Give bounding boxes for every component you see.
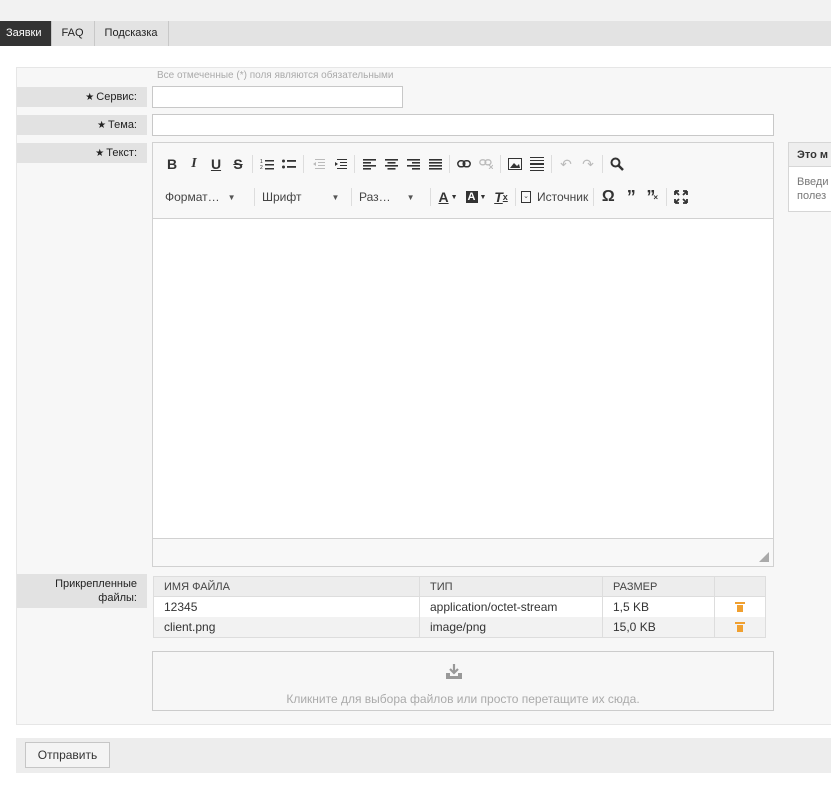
info-sidebox: Это м Введи полез — [788, 142, 831, 212]
toolbar-separator — [666, 188, 668, 206]
toolbar-separator — [351, 188, 352, 206]
text-color-icon[interactable]: A ▼ — [434, 186, 462, 208]
sidebox-title: Это м — [789, 143, 831, 167]
column-header-size: РАЗМЕР — [603, 577, 715, 596]
file-size: 15,0 KB — [603, 617, 715, 637]
service-field[interactable] — [152, 86, 403, 108]
trash-icon[interactable] — [735, 622, 745, 632]
file-dropzone[interactable]: Кликните для выбора файлов или просто пе… — [152, 651, 774, 711]
source-button[interactable]: ⌄ Источник — [519, 186, 590, 208]
file-name: client.png — [154, 617, 420, 637]
toolbar-separator — [354, 155, 355, 173]
toolbar-separator — [303, 155, 304, 173]
remove-blockquote-icon[interactable]: ” × — [641, 186, 663, 208]
caret-down-icon: ▼ — [227, 192, 236, 202]
italic-button[interactable]: I — [183, 153, 205, 175]
action-bar — [16, 738, 831, 773]
tab-tickets[interactable]: Заявки — [0, 21, 52, 46]
resize-handle[interactable] — [759, 552, 769, 562]
undo-icon[interactable]: ↶ — [555, 153, 577, 175]
align-left-icon[interactable] — [358, 153, 380, 175]
upload-tray-icon — [446, 664, 462, 679]
file-name: 12345 — [154, 597, 420, 617]
column-header-type: ТИП — [420, 577, 603, 596]
maximize-icon[interactable] — [670, 186, 692, 208]
blockquote-icon[interactable]: ” — [619, 186, 641, 208]
table-header: ИМЯ ФАЙЛА ТИП РАЗМЕР — [154, 577, 765, 597]
nav-bar: Заявки FAQ Подсказка — [0, 21, 831, 46]
link-icon[interactable] — [453, 153, 475, 175]
align-center-icon[interactable] — [380, 153, 402, 175]
subject-label: ★ Тема: — [17, 115, 147, 135]
redo-icon[interactable]: ↷ — [577, 153, 599, 175]
bulleted-list-icon[interactable] — [278, 153, 300, 175]
toolbar-separator — [430, 188, 431, 206]
required-hint: Все отмеченные (*) поля являются обязате… — [157, 70, 394, 81]
search-icon[interactable] — [606, 153, 628, 175]
image-icon[interactable] — [504, 153, 526, 175]
format-dropdown[interactable]: Формат… ▼ — [161, 186, 251, 208]
file-type: image/png — [420, 617, 603, 637]
toolbar-separator — [254, 188, 255, 206]
toolbar-separator — [593, 188, 595, 206]
table-row: client.png image/png 15,0 KB — [154, 617, 765, 637]
text-label: ★ Текст: — [17, 143, 147, 163]
numbered-list-icon[interactable]: 12 — [256, 153, 278, 175]
svg-text:2: 2 — [260, 165, 263, 170]
toolbar-separator — [449, 155, 450, 173]
file-size: 1,5 KB — [603, 597, 715, 617]
dropzone-text: Кликните для выбора файлов или просто пе… — [286, 692, 640, 706]
outdent-icon[interactable] — [307, 153, 329, 175]
toolbar-separator — [551, 155, 552, 173]
caret-down-icon: ▼ — [406, 192, 415, 202]
top-strip — [0, 0, 831, 21]
underline-button[interactable]: U — [205, 153, 227, 175]
subject-field[interactable] — [152, 114, 774, 136]
attachments-table: ИМЯ ФАЙЛА ТИП РАЗМЕР 12345 application/o… — [153, 576, 766, 638]
service-label: ★ Сервис: — [17, 87, 147, 107]
source-icon: ⌄ — [521, 191, 531, 203]
column-header-name: ИМЯ ФАЙЛА — [154, 577, 420, 596]
file-type: application/octet-stream — [420, 597, 603, 617]
toolbar-separator — [252, 155, 253, 173]
toolbar-separator — [602, 155, 603, 173]
tab-hint[interactable]: Подсказка — [95, 21, 169, 46]
table-row: 12345 application/octet-stream 1,5 KB — [154, 597, 765, 617]
size-dropdown[interactable]: Раз… ▼ — [355, 186, 427, 208]
unlink-icon[interactable] — [475, 153, 497, 175]
strikethrough-button[interactable]: S — [227, 153, 249, 175]
sidebox-text: Введи полез — [797, 176, 829, 202]
editor-content-area[interactable] — [153, 218, 773, 539]
rich-text-editor: B I U S 12 ↶ ↷ Формат… ▼ Шрифт ▼ Раз… ▼ A ▼ — [152, 142, 774, 567]
toolbar-separator — [515, 188, 516, 206]
indent-icon[interactable] — [329, 153, 351, 175]
align-right-icon[interactable] — [402, 153, 424, 175]
special-char-icon[interactable]: Ω — [597, 186, 619, 208]
horizontal-rule-icon[interactable] — [526, 153, 548, 175]
trash-icon[interactable] — [735, 602, 745, 612]
caret-down-icon: ▼ — [331, 192, 340, 202]
submit-button[interactable]: Отправить — [25, 742, 110, 768]
tab-faq[interactable]: FAQ — [52, 21, 95, 46]
align-justify-icon[interactable] — [424, 153, 446, 175]
toolbar-separator — [500, 155, 501, 173]
background-color-icon[interactable]: A ▼ — [462, 186, 490, 208]
clear-format-icon[interactable]: Tx — [490, 186, 512, 208]
font-dropdown[interactable]: Шрифт ▼ — [258, 186, 348, 208]
bold-button[interactable]: B — [161, 153, 183, 175]
attachments-label: Прикрепленные файлы: — [17, 574, 147, 608]
